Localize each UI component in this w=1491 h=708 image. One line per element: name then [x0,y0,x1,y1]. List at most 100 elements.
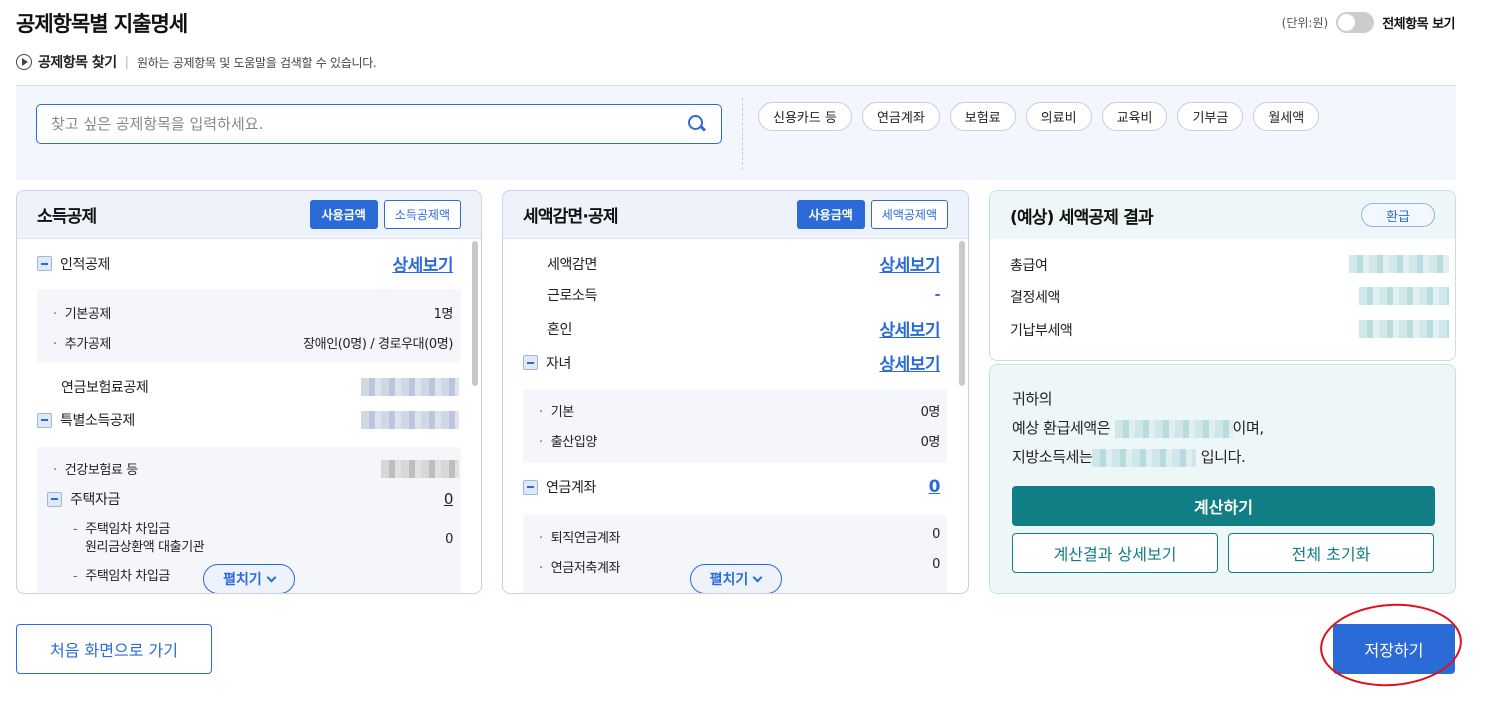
msg-line-3: 지방소득세는 입니다. [1012,443,1264,472]
show-all-toggle[interactable] [1336,12,1375,33]
scrollbar[interactable] [959,241,965,386]
row-value: 0명 [920,435,941,450]
result-summary: (예상) 세액공제 결과 환급 총급여 결정세액 기납부세액 [989,190,1456,361]
row-label: 주택임차 차입금 [85,569,170,584]
chip-donation[interactable]: 기부금 [1177,102,1244,131]
chip-monthly-rent[interactable]: 월세액 [1253,102,1320,131]
result-panel: (예상) 세액공제 결과 환급 총급여 결정세액 기납부세액 귀하의 예상 환급… [989,190,1456,594]
row-label: 건강보험료 등 [64,463,138,478]
calculate-button[interactable]: 계산하기 [1012,486,1435,526]
additional-deduction-row: · 추가공제 장애인(0명) / 경로우대(0명) [53,333,453,352]
expand-button[interactable]: 펼치기 [689,564,782,593]
expand-label: 펼치기 [223,572,262,588]
row-label: 특별소득공제 [60,413,135,429]
quick-chips: 신용카드 등 연금계좌 보험료 의료비 교육비 기부금 월세액 [758,102,1320,131]
child-birth-row: · 출산입양 0명 [539,431,940,450]
row-label: 주택임차 차입금 [85,522,170,537]
deduction-amount-button[interactable]: 소득공제액 [383,200,461,229]
chip-education[interactable]: 교육비 [1101,102,1168,131]
row-value: 1명 [433,307,454,322]
row-label: 연금저축계좌 [550,561,621,576]
total-salary-label: 총급여 [1010,258,1048,274]
chip-medical[interactable]: 의료비 [1025,102,1092,131]
row-label: 출산입양 [550,435,598,450]
rent-loan-row: - 주택임차 차입금 원리금상환액 대출기관 0 [73,522,453,555]
msg-text: 지방소득세는 [1012,448,1093,466]
result-title: (예상) 세액공제 결과 [1010,207,1154,228]
used-amount-button[interactable]: 사용금액 [796,200,865,229]
row-value: 0 [932,527,940,542]
credit-amount-button[interactable]: 세액공제액 [870,200,948,229]
search-box [36,104,722,144]
masked-value [1359,287,1449,305]
search-input[interactable] [51,115,687,133]
row-label: 퇴직연금계좌 [550,531,621,546]
card-title: 소득공제 [37,207,97,227]
msg-line-1: 귀하의 [1012,390,1053,408]
row-label: 세액감면 [547,256,597,273]
used-amount-button[interactable]: 사용금액 [309,200,378,229]
refund-badge: 환급 [1361,203,1435,227]
chevron-down-icon [752,572,763,582]
masked-value [1092,448,1197,467]
tax-credit-card: 세액감면·공제 사용금액 세액공제액 세액감면 상세보기 근로소득 - 혼인 상… [502,190,969,594]
row-value: 0 [932,557,940,572]
row-label: 기본 [550,405,575,420]
result-header: (예상) 세액공제 결과 환급 [990,191,1455,239]
search-icon[interactable] [687,114,707,134]
children-row: 자녀 상세보기 [523,350,940,375]
show-all-label: 전체항목 보기 [1382,17,1455,32]
detail-link[interactable]: 상세보기 [392,251,453,276]
masked-value [1114,419,1233,438]
page-title: 공제항목별 지출명세 [16,12,188,36]
save-button[interactable]: 저장하기 [1333,624,1455,674]
prepaid-tax-label: 기납부세액 [1010,323,1073,339]
chevron-down-icon [266,572,277,582]
tax-reduction-row: 세액감면 상세보기 [547,251,940,276]
result-detail-button[interactable]: 계산결과 상세보기 [1012,533,1218,573]
detail-link[interactable]: 상세보기 [879,251,940,276]
view-toggle: 사용금액 세액공제액 [796,200,948,229]
result-message-box: 귀하의 예상 환급세액은 이며, 지방소득세는 입니다. 계산하기 계산결과 상… [989,364,1456,594]
collapse-icon[interactable] [37,412,52,428]
header-controls: (단위:원) 전체항목 보기 [1282,12,1455,33]
detail-link[interactable]: 상세보기 [879,316,940,341]
detail-link[interactable]: 상세보기 [879,350,940,375]
row-label: 기본공제 [64,307,112,322]
collapse-icon[interactable] [47,491,62,507]
reset-all-button[interactable]: 전체 초기화 [1228,533,1434,573]
masked-value [361,378,459,396]
msg-line-2: 예상 환급세액은 이며, [1012,414,1264,443]
collapse-icon[interactable] [37,256,52,271]
play-circle-icon [16,54,32,70]
scrollbar[interactable] [472,241,478,386]
row-label: 인적공제 [60,256,110,273]
masked-value [361,411,459,429]
chip-credit-card[interactable]: 신용카드 등 [758,102,852,131]
finder-description: 원하는 공제항목 및 도움말을 검색할 수 있습니다. [137,55,377,70]
search-panel: 신용카드 등 연금계좌 보험료 의료비 교육비 기부금 월세액 [16,85,1456,180]
go-home-button[interactable]: 처음 화면으로 가기 [16,624,212,674]
collapse-icon[interactable] [523,355,538,370]
divider: | [124,54,130,70]
finder-title: 공제항목 찾기 [38,55,117,71]
finder-header: 공제항목 찾기 | 원하는 공제항목 및 도움말을 검색할 수 있습니다. [16,52,377,72]
card-header: 세액감면·공제 사용금액 세액공제액 [503,191,968,239]
chip-pension-account[interactable]: 연금계좌 [861,102,940,131]
marriage-row: 혼인 상세보기 [547,316,940,341]
view-toggle: 사용금액 소득공제액 [309,200,461,229]
result-message: 귀하의 예상 환급세액은 이며, 지방소득세는 입니다. [1012,385,1264,472]
row-value: - [934,287,941,303]
pension-insurance-row: 연금보험료공제 [61,377,459,397]
unit-label: (단위:원) [1281,16,1329,30]
row-value[interactable]: 0 [444,490,454,508]
row-value[interactable]: 0 [929,477,941,497]
expand-button[interactable]: 펼치기 [203,564,295,593]
chip-insurance[interactable]: 보험료 [949,102,1016,131]
toggle-knob [1338,14,1356,31]
card-body: 인적공제 상세보기 · 기본공제 1명 · 추가공제 장애인(0명) / 경로우대(… [17,239,481,593]
msg-text: 이며, [1232,419,1265,437]
collapse-icon[interactable] [523,479,538,495]
row-label: 연금계좌 [546,480,596,496]
special-deduction-row: 특별소득공제 [37,410,459,430]
